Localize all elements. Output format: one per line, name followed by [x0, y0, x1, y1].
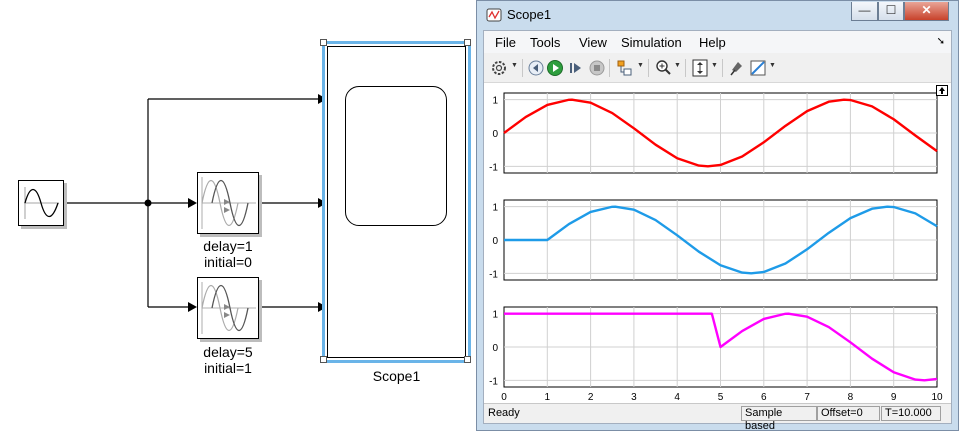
x-tick-label: 1 [545, 392, 551, 403]
menu-bar: File Tools View Simulation Help ➘ [484, 31, 951, 53]
gear-dropdown-icon[interactable]: ▼ [511, 62, 518, 69]
autoscale-icon[interactable] [691, 58, 709, 78]
variable-delay-icon [201, 282, 256, 334]
delay-block-2-param-delay: delay=5 [203, 344, 253, 360]
resize-handle-bottom-right[interactable] [464, 356, 471, 363]
zoom-dropdown-icon[interactable]: ▼ [674, 62, 681, 69]
minimize-button[interactable]: — [851, 2, 878, 21]
close-button[interactable]: ✕ [904, 2, 949, 21]
delay-block-1-param-delay: delay=1 [203, 238, 253, 254]
status-ready: Ready [488, 407, 520, 419]
highlight-dropdown-icon[interactable]: ▼ [637, 62, 644, 69]
variable-delay-block-2[interactable] [197, 277, 259, 339]
maximize-button[interactable]: ☐ [878, 2, 904, 21]
delay-block-2-param-initial: initial=1 [204, 360, 252, 376]
autoscale-dropdown-icon[interactable]: ▼ [711, 62, 718, 69]
style-icon[interactable] [749, 58, 767, 78]
step-forward-icon[interactable] [567, 58, 585, 78]
x-tick-label: 3 [631, 392, 637, 403]
y-tick-label: 1 [492, 96, 498, 107]
y-tick-label: 1 [492, 203, 498, 214]
status-sample-based: Sample based [741, 406, 817, 432]
pin-icon[interactable] [728, 58, 746, 78]
y-tick-label: 0 [492, 343, 498, 354]
scope-window-icon [486, 8, 502, 22]
sine-wave-block[interactable] [18, 180, 64, 226]
scope-window[interactable]: Scope1 — ☐ ✕ File Tools View Simulation … [476, 0, 959, 432]
step-back-icon[interactable] [527, 58, 545, 78]
scope-icon [345, 86, 447, 226]
window-title: Scope1 [507, 7, 552, 22]
stop-icon[interactable] [588, 58, 606, 78]
menu-simulation[interactable]: Simulation [621, 35, 682, 50]
undock-icon[interactable] [936, 85, 948, 96]
x-tick-label: 8 [848, 392, 854, 403]
variable-delay-icon [201, 177, 256, 229]
run-icon[interactable] [546, 58, 564, 78]
menu-file[interactable]: File [495, 35, 516, 50]
menu-overflow-icon[interactable]: ➘ [937, 36, 945, 47]
x-tick-label: 4 [674, 392, 680, 403]
plot-area[interactable]: -1 0 1 -1 0 1 -1 0 1 0 1 2 3 4 5 6 7 8 9 10 [484, 83, 951, 403]
y-tick-label: -1 [489, 162, 498, 173]
resize-handle-top-left[interactable] [320, 39, 327, 46]
status-time: T=10.000 [881, 406, 941, 421]
y-tick-label: 1 [492, 310, 498, 321]
y-tick-label: -1 [489, 376, 498, 387]
x-tick-label: 10 [931, 392, 943, 403]
menu-view[interactable]: View [579, 35, 607, 50]
resize-handle-bottom-left[interactable] [320, 356, 327, 363]
x-tick-label: 7 [804, 392, 810, 403]
x-tick-label: 5 [718, 392, 724, 403]
menu-tools[interactable]: Tools [530, 35, 560, 50]
toolbar: ▼ ▼ ▼ ▼ ▼ [484, 53, 951, 83]
menu-help[interactable]: Help [699, 35, 726, 50]
x-tick-label: 2 [588, 392, 594, 403]
scope-block[interactable] [322, 41, 471, 363]
scope-plots: -101-101-1010 1 2 3 4 5 6 7 8 9 10 [489, 92, 943, 403]
gear-icon[interactable] [490, 58, 508, 78]
title-bar[interactable]: Scope1 — ☐ ✕ [477, 1, 958, 29]
highlight-block-icon[interactable] [615, 58, 635, 78]
y-tick-label: 0 [492, 236, 498, 247]
resize-handle-top-right[interactable] [464, 39, 471, 46]
x-tick-label: 0 [501, 392, 507, 403]
model-canvas[interactable]: delay=1 initial=0 delay=5 initial=1 Scop… [0, 0, 480, 431]
status-bar: Ready Sample based Offset=0 T=10.000 [484, 403, 951, 432]
y-tick-label: -1 [489, 269, 498, 280]
x-tick-label: 6 [761, 392, 767, 403]
scope-client-area: File Tools View Simulation Help ➘ ▼ ▼ ▼ … [483, 30, 952, 432]
y-tick-label: 0 [492, 129, 498, 140]
x-tick-label: 9 [891, 392, 897, 403]
sine-wave-icon [24, 187, 59, 219]
status-offset: Offset=0 [817, 406, 880, 421]
zoom-icon[interactable] [654, 58, 672, 78]
scope-block-name[interactable]: Scope1 [322, 368, 471, 384]
delay-block-1-param-initial: initial=0 [204, 254, 252, 270]
variable-delay-block-1[interactable] [197, 172, 259, 234]
style-dropdown-icon[interactable]: ▼ [769, 62, 776, 69]
